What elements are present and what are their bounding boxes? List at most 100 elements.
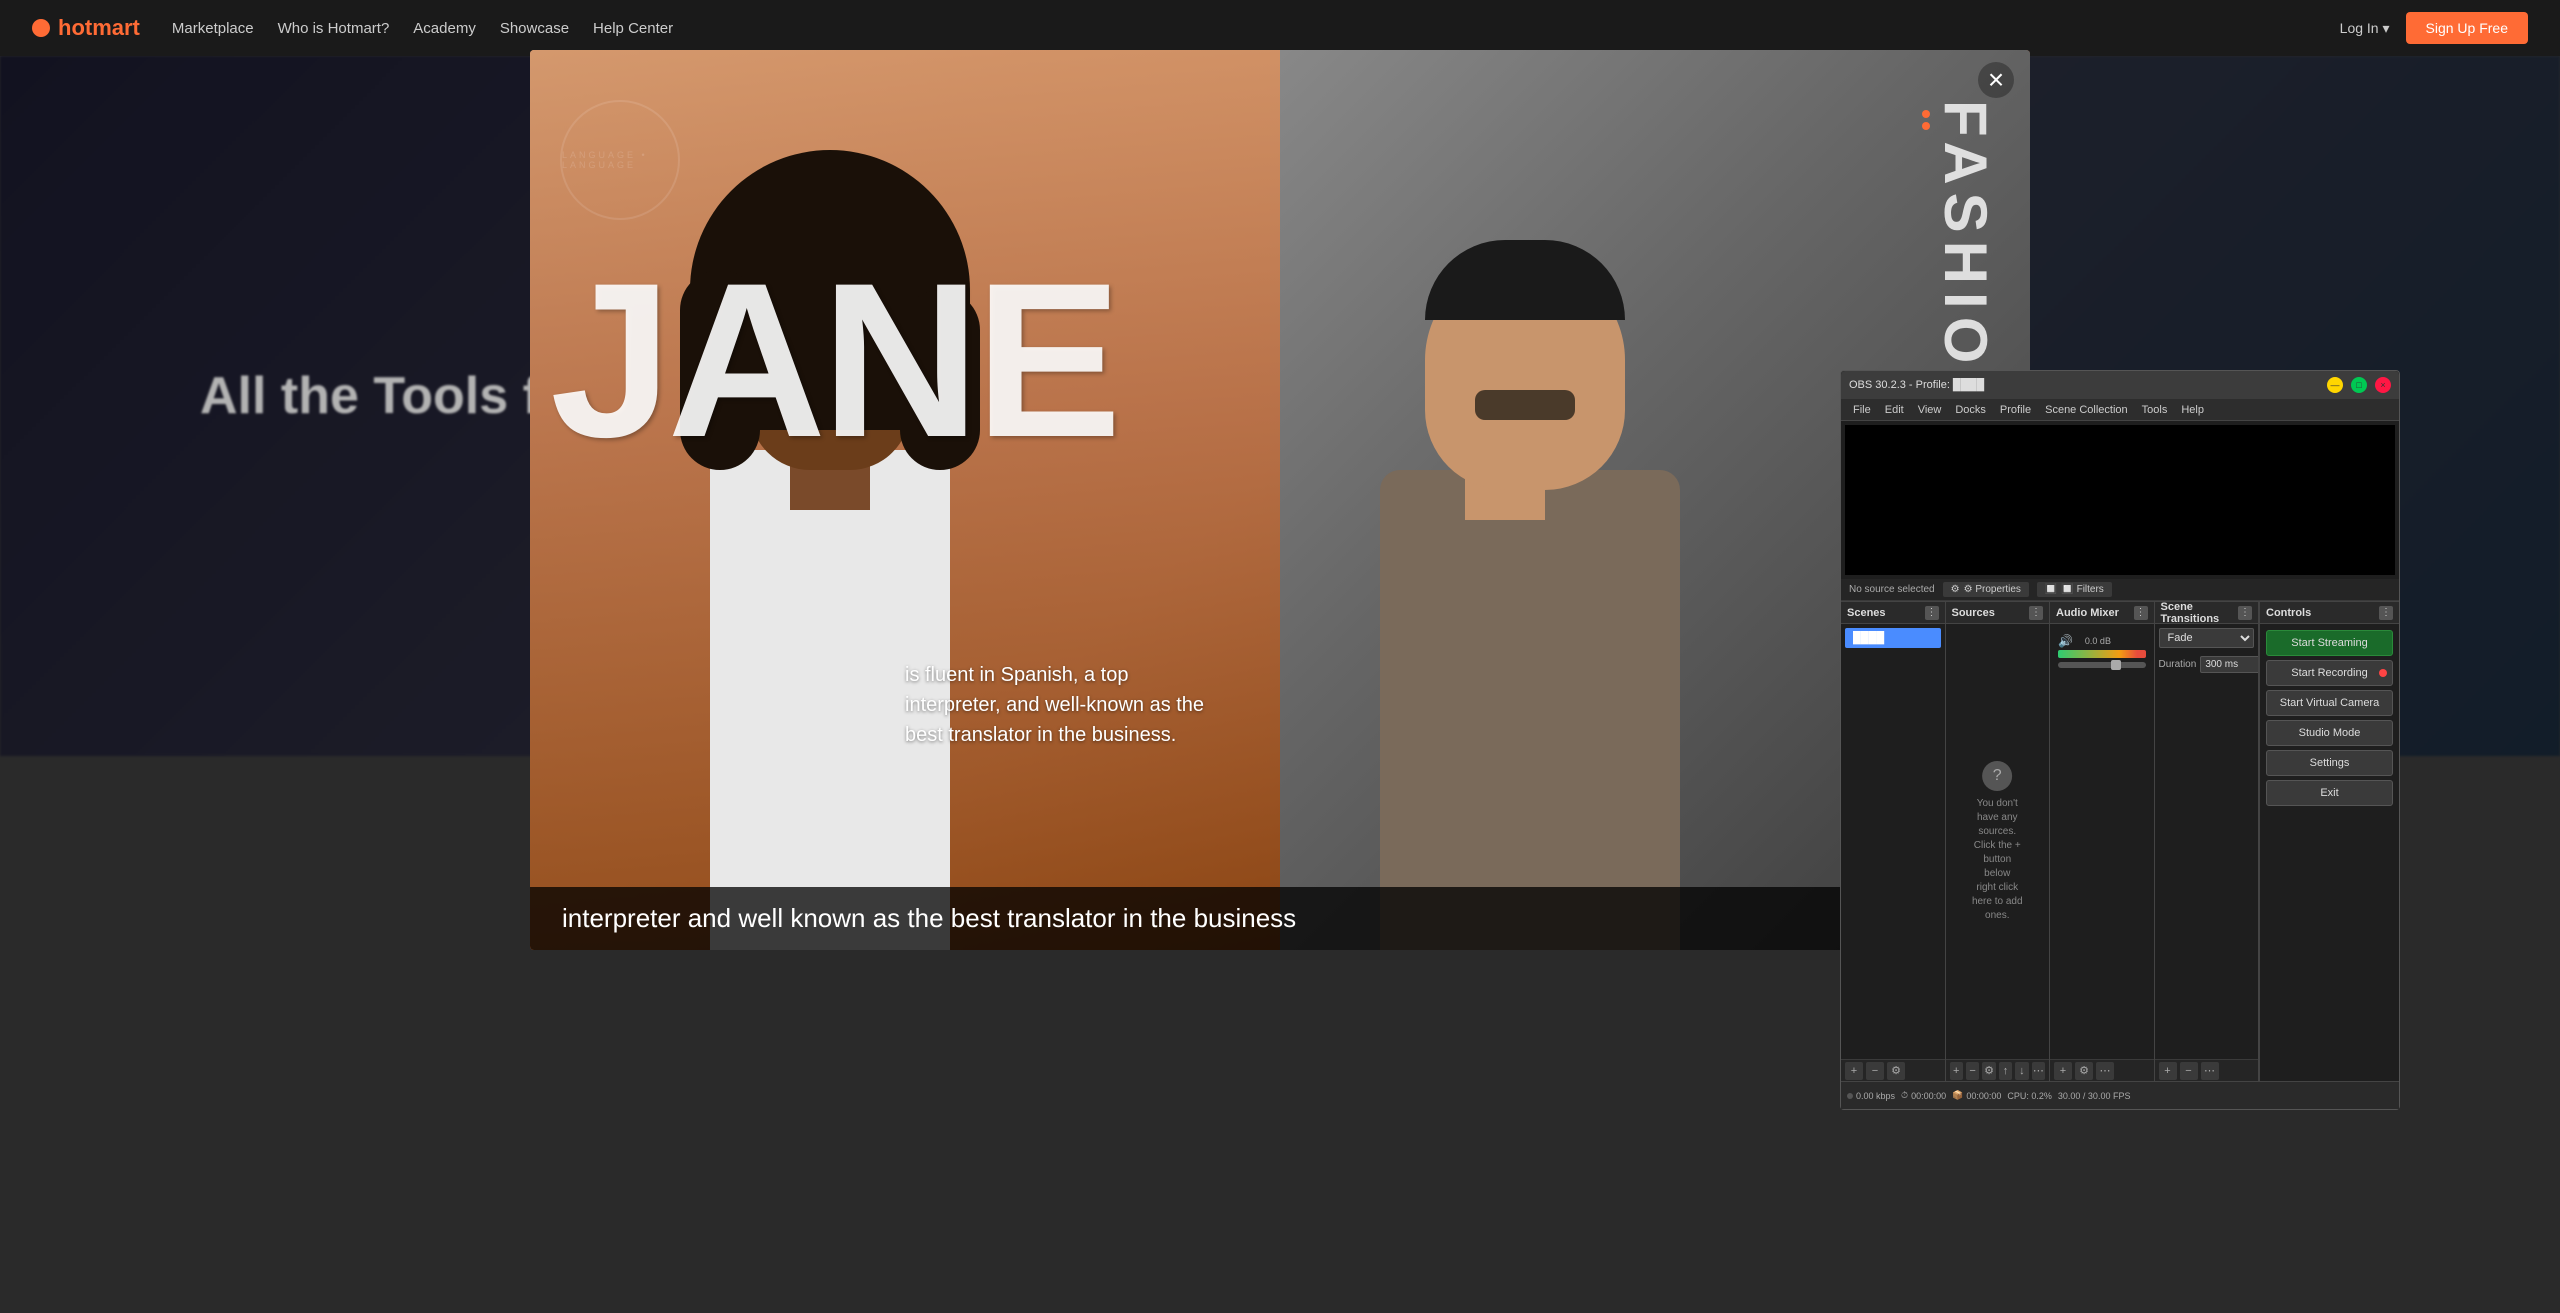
- nav-help[interactable]: Help Center: [593, 20, 673, 37]
- obs-scenes-content: ████: [1841, 624, 1945, 1059]
- man-body: [1380, 470, 1680, 950]
- obs-audio-add-button[interactable]: +: [2054, 1062, 2072, 1080]
- obs-audio-mic-icon: 🔊: [2058, 634, 2073, 648]
- obs-audio-settings-button[interactable]: ⚙: [2075, 1062, 2093, 1080]
- obs-window-controls: — □ ×: [2327, 377, 2391, 393]
- obs-scene-settings-button[interactable]: ⚙: [1887, 1062, 1905, 1080]
- obs-transitions-toolbar: + − ⋯: [2155, 1059, 2259, 1081]
- obs-menu-tools[interactable]: Tools: [2136, 402, 2174, 418]
- obs-scene-item[interactable]: ████: [1845, 628, 1941, 648]
- obs-minimize-button[interactable]: —: [2327, 377, 2343, 393]
- obs-duration-label: Duration: [2159, 659, 2197, 670]
- obs-scene-add-button[interactable]: +: [1845, 1062, 1863, 1080]
- jane-close-button[interactable]: ×: [1978, 62, 2014, 98]
- obs-audio-controls: 🔊 0.0 dB: [2054, 628, 2150, 672]
- obs-dropped-icon: 📦: [1952, 1090, 1963, 1101]
- obs-menu-help[interactable]: Help: [2175, 402, 2210, 418]
- obs-transition-more-button[interactable]: ⋯: [2201, 1062, 2219, 1080]
- obs-audio-fader-thumb[interactable]: [2111, 660, 2121, 670]
- hotmart-nav-links: Marketplace Who is Hotmart? Academy Show…: [172, 20, 673, 37]
- obs-maximize-button[interactable]: □: [2351, 377, 2367, 393]
- obs-scenes-title: Scenes: [1847, 607, 1923, 619]
- obs-sources-panel: Sources ⋮ ? You don't have any sources.C…: [1946, 602, 2051, 1081]
- obs-sources-menu-button[interactable]: ⋮: [2029, 606, 2043, 620]
- obs-start-streaming-button[interactable]: Start Streaming: [2266, 630, 2393, 656]
- hotmart-logo: hotmart: [32, 15, 140, 41]
- obs-duration-input[interactable]: [2200, 656, 2258, 673]
- obs-dropped-value: 00:00:00: [1966, 1091, 2001, 1101]
- obs-status-dropped: 📦 00:00:00: [1952, 1090, 2001, 1101]
- obs-exit-button[interactable]: Exit: [2266, 780, 2393, 806]
- obs-menu-edit[interactable]: Edit: [1879, 402, 1910, 418]
- obs-controls-panel: Controls ⋮ Start Streaming Start Recordi…: [2259, 602, 2399, 1081]
- obs-status-cpu: CPU: 0.2%: [2007, 1091, 2052, 1101]
- obs-record-indicator: [2379, 669, 2387, 677]
- obs-title: OBS 30.2.3 - Profile: ████: [1849, 379, 2327, 391]
- obs-menubar: File Edit View Docks Profile Scene Colle…: [1841, 399, 2399, 421]
- obs-studio-mode-button[interactable]: Studio Mode: [2266, 720, 2393, 746]
- obs-controls-title: Controls: [2266, 607, 2377, 619]
- obs-close-button[interactable]: ×: [2375, 377, 2391, 393]
- obs-start-recording-button[interactable]: Start Recording: [2266, 660, 2393, 686]
- signup-button[interactable]: Sign Up Free: [2406, 12, 2528, 44]
- obs-source-up-button[interactable]: ↑: [1999, 1062, 2012, 1080]
- obs-audio-title: Audio Mixer: [2056, 607, 2132, 619]
- obs-transition-add-button[interactable]: +: [2159, 1062, 2177, 1080]
- nav-academy[interactable]: Academy: [413, 20, 476, 37]
- obs-menu-scene-collection[interactable]: Scene Collection: [2039, 402, 2134, 418]
- fashion-dots: [1922, 110, 1930, 130]
- obs-panels: Scenes ⋮ ████ + − ⚙ Sources ⋮: [1841, 601, 2399, 1081]
- obs-source-settings-button[interactable]: ⚙: [1982, 1062, 1995, 1080]
- obs-time-icon: ⏱: [1901, 1090, 1908, 1101]
- obs-no-source-text: No source selected: [1849, 584, 1935, 595]
- hotmart-logo-text: hotmart: [58, 15, 140, 41]
- nav-showcase[interactable]: Showcase: [500, 20, 569, 37]
- filter-icon: 🔲: [2045, 584, 2057, 595]
- obs-cpu-value: CPU: 0.2%: [2007, 1091, 2052, 1101]
- obs-menu-docks[interactable]: Docks: [1949, 402, 1992, 418]
- obs-source-add-button[interactable]: +: [1950, 1062, 1963, 1080]
- obs-duration-row: Duration: [2159, 656, 2255, 673]
- obs-transition-remove-button[interactable]: −: [2180, 1062, 2198, 1080]
- obs-fps-value: 30.00 / 30.00 FPS: [2058, 1091, 2131, 1101]
- obs-audio-menu-button[interactable]: ⋮: [2134, 606, 2148, 620]
- obs-audio-panel: Audio Mixer ⋮ 🔊 0.0 dB: [2050, 602, 2155, 1081]
- obs-properties-button[interactable]: ⚙ ⚙ Properties: [1943, 582, 2029, 597]
- nav-right-actions: Log In ▾ Sign Up Free: [2340, 12, 2528, 44]
- obs-scenes-header: Scenes ⋮: [1841, 602, 1945, 624]
- obs-filters-button[interactable]: 🔲 🔲 Filters: [2037, 582, 2112, 597]
- obs-source-down-button[interactable]: ↓: [2015, 1062, 2028, 1080]
- obs-filters-label: 🔲 Filters: [2061, 584, 2103, 595]
- obs-source-more-button[interactable]: ⋯: [2032, 1062, 2045, 1080]
- login-button[interactable]: Log In ▾: [2340, 20, 2390, 37]
- nav-marketplace[interactable]: Marketplace: [172, 20, 254, 37]
- obs-audio-level-bar: [2058, 650, 2146, 658]
- obs-controls-header: Controls ⋮: [2260, 602, 2399, 624]
- obs-audio-fader[interactable]: [2058, 662, 2146, 668]
- obs-menu-view[interactable]: View: [1912, 402, 1948, 418]
- obs-controls-menu-button[interactable]: ⋮: [2379, 606, 2393, 620]
- subtitle-text: interpreter and well known as the best t…: [562, 903, 1998, 934]
- obs-audio-more-button[interactable]: ⋯: [2096, 1062, 2114, 1080]
- obs-transitions-menu-button[interactable]: ⋮: [2238, 606, 2252, 620]
- obs-start-virtual-camera-button[interactable]: Start Virtual Camera: [2266, 690, 2393, 716]
- obs-bitrate-value: 0.00 kbps: [1856, 1091, 1895, 1101]
- obs-scene-remove-button[interactable]: −: [1866, 1062, 1884, 1080]
- obs-transitions-title: Scene Transitions: [2161, 601, 2237, 625]
- obs-panels-wrapper: Scenes ⋮ ████ + − ⚙ Sources ⋮: [1841, 601, 2399, 1081]
- obs-transition-type-select[interactable]: Fade Cut Swipe: [2159, 628, 2255, 648]
- nav-who[interactable]: Who is Hotmart?: [278, 20, 390, 37]
- obs-audio-toolbar: + ⚙ ⋯: [2050, 1059, 2154, 1081]
- obs-status-bitrate: 0.00 kbps: [1847, 1091, 1895, 1101]
- obs-settings-button[interactable]: Settings: [2266, 750, 2393, 776]
- obs-menu-profile[interactable]: Profile: [1994, 402, 2037, 418]
- gear-icon: ⚙: [1951, 584, 1960, 595]
- obs-scenes-menu-button[interactable]: ⋮: [1925, 606, 1939, 620]
- obs-sources-title: Sources: [1952, 607, 2028, 619]
- obs-source-remove-button[interactable]: −: [1966, 1062, 1979, 1080]
- obs-audio-vol-row: 🔊 0.0 dB: [2058, 632, 2146, 650]
- obs-status-time: ⏱ 00:00:00: [1901, 1090, 1946, 1101]
- obs-bitrate-dot: [1847, 1093, 1853, 1099]
- obs-menu-file[interactable]: File: [1847, 402, 1877, 418]
- man-hair: [1425, 240, 1625, 320]
